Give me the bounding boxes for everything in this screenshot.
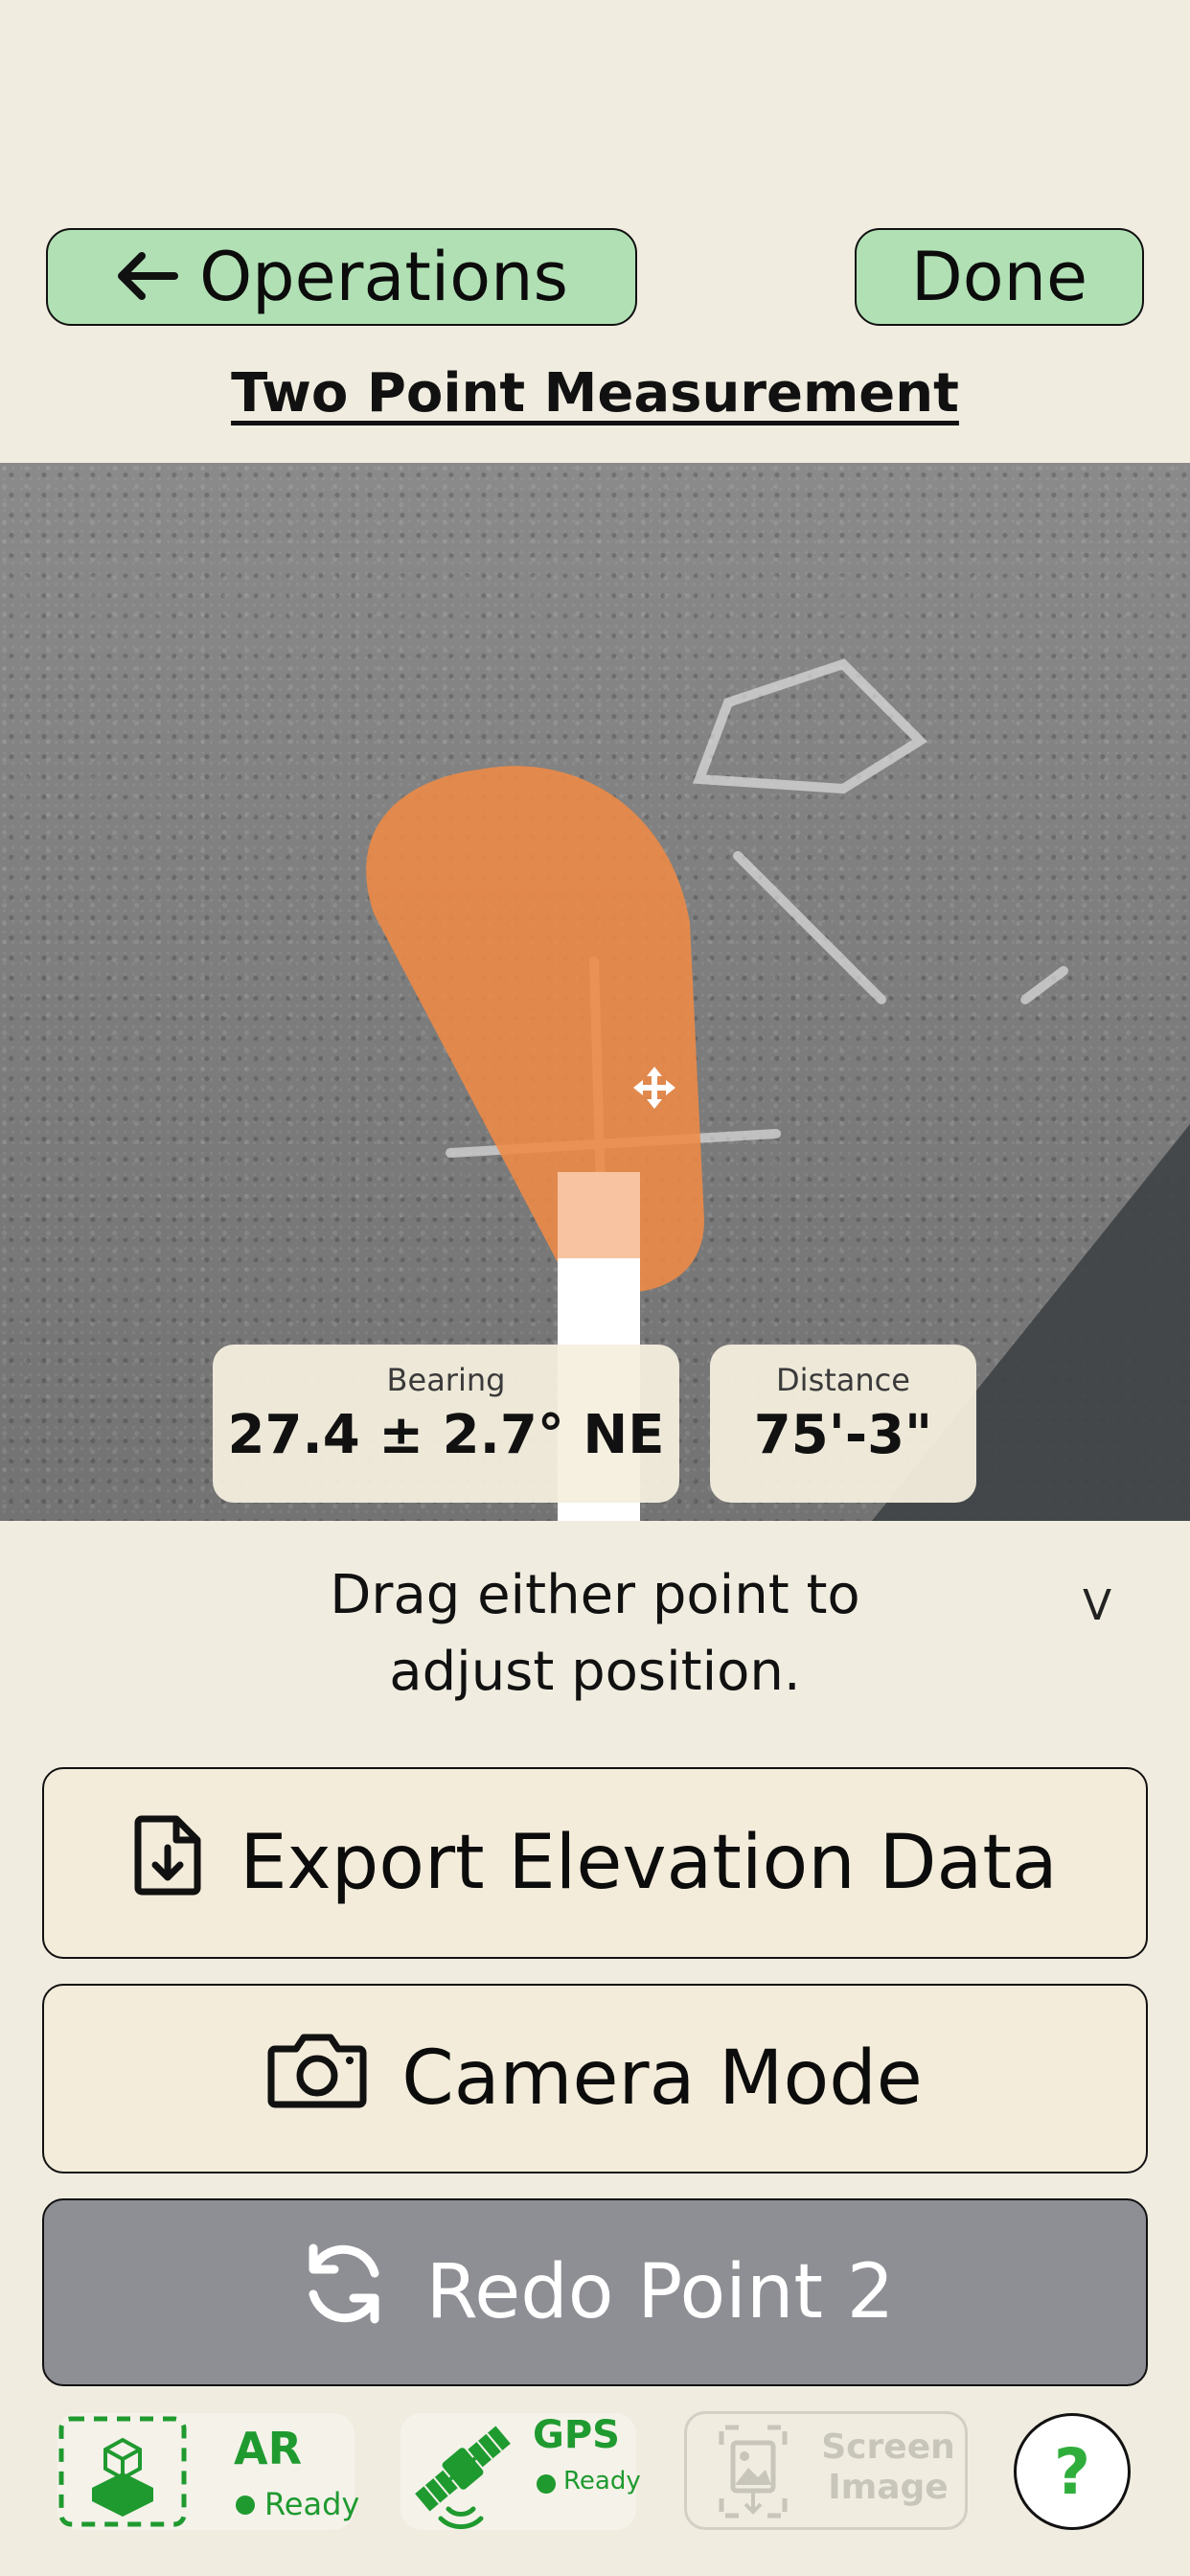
help-button[interactable]: ?: [1014, 2413, 1131, 2530]
distance-value: 75'-3": [753, 1404, 933, 1466]
collapse-chevron[interactable]: V: [1083, 1581, 1111, 1630]
camera-icon: [267, 2032, 367, 2127]
screen-image-icon: [716, 2422, 790, 2525]
done-button[interactable]: Done: [855, 228, 1144, 326]
redo-point-2-label: Redo Point 2: [425, 2249, 895, 2335]
page-title: Two Point Measurement: [231, 362, 959, 425]
gps-state: Ready: [563, 2467, 641, 2496]
gps-status-indicator[interactable]: GPS Ready: [400, 2413, 641, 2530]
back-operations-button[interactable]: Operations: [46, 228, 637, 326]
bearing-readout: Bearing 27.4 ± 2.7° NE: [213, 1345, 679, 1503]
back-operations-label: Operations: [199, 238, 568, 316]
help-glyph: ?: [1053, 2434, 1091, 2509]
gps-ready-dot: [537, 2474, 556, 2494]
export-elevation-data-label: Export Elevation Data: [240, 1820, 1058, 1906]
redo-point-2-button[interactable]: Redo Point 2: [42, 2198, 1148, 2386]
refresh-icon: [296, 2241, 392, 2345]
camera-mode-button[interactable]: Camera Mode: [42, 1984, 1148, 2174]
distance-readout: Distance 75'-3": [710, 1345, 976, 1503]
gps-title: GPS: [533, 2413, 620, 2457]
instruction-text: Drag either point to adjust position.: [330, 1564, 860, 1703]
ar-state: Ready: [264, 2486, 360, 2522]
screen-image-button[interactable]: Screen Image: [684, 2411, 968, 2530]
marker-stem-top: [558, 1172, 640, 1258]
arrow-left-icon: [115, 238, 179, 316]
ar-cube-icon: [57, 2413, 192, 2534]
bearing-label: Bearing: [386, 1362, 506, 1398]
file-download-icon: [132, 1813, 205, 1914]
screen-image-label: Screen Image: [821, 2427, 955, 2507]
ar-status-indicator[interactable]: AR Ready: [57, 2413, 359, 2530]
bearing-value: 27.4 ± 2.7° NE: [227, 1404, 665, 1466]
ar-ready-dot: [236, 2496, 255, 2515]
camera-mode-label: Camera Mode: [401, 2036, 923, 2122]
distance-label: Distance: [776, 1362, 910, 1398]
ar-title: AR: [234, 2423, 303, 2474]
done-label: Done: [910, 238, 1088, 316]
orange-marker-point: [366, 766, 704, 1293]
satellite-icon: [400, 2413, 525, 2534]
export-elevation-data-button[interactable]: Export Elevation Data: [42, 1767, 1148, 1959]
ar-camera-view[interactable]: Bearing 27.4 ± 2.7° NE Distance 75'-3": [0, 463, 1190, 1521]
